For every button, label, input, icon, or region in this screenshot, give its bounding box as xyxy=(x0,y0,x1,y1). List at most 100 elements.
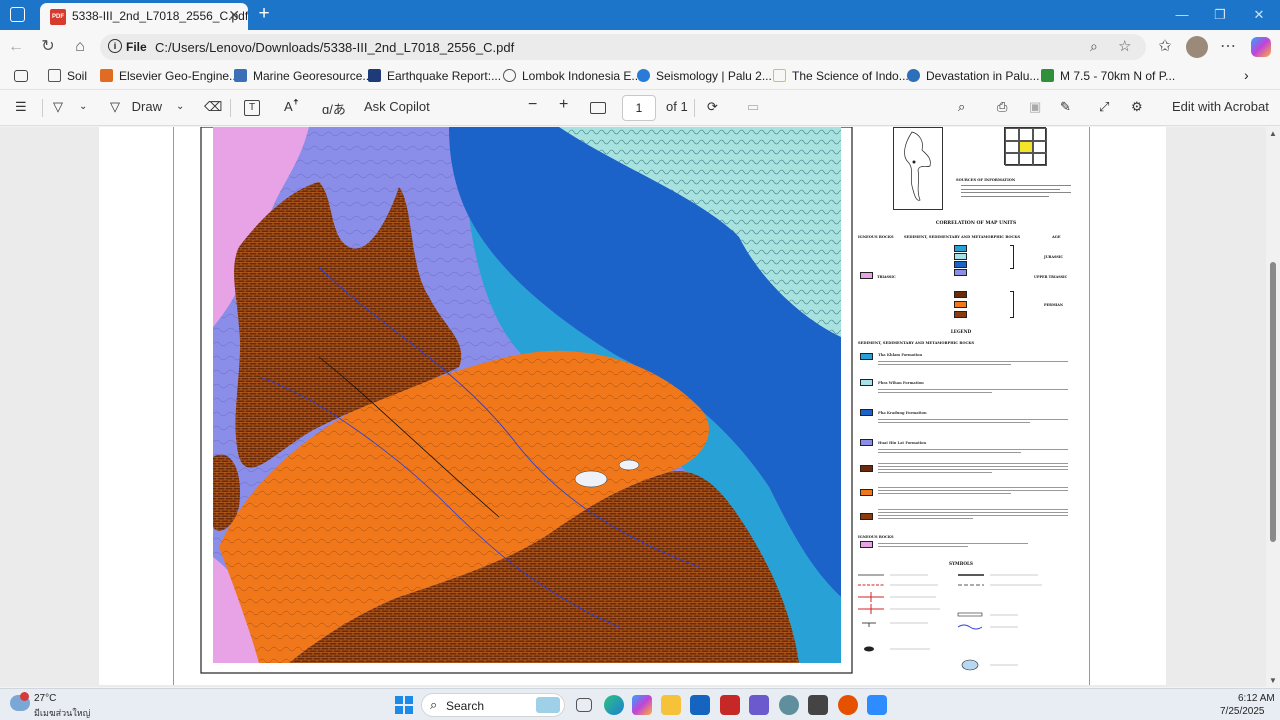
clock-date[interactable]: 7/25/2025 xyxy=(1220,706,1265,717)
draw-button[interactable]: ▽ Draw xyxy=(110,99,162,115)
bookmark-item[interactable]: Devastation in Palu... xyxy=(907,69,1039,83)
index-map xyxy=(893,127,943,210)
app-icon[interactable] xyxy=(808,695,828,715)
col-sediment: SEDIMENT, SEDIMENTARY AND METAMORPHIC RO… xyxy=(904,235,1021,239)
scroll-down-icon[interactable]: ▼ xyxy=(1269,676,1277,685)
symbol-road xyxy=(957,612,983,617)
tab-strip: PDF 5338-III_2nd_L7018_2556_C.pdf ✕ + — … xyxy=(0,0,1280,30)
collections-icon[interactable] xyxy=(14,70,28,82)
address-url: C:/Users/Lenovo/Downloads/5338-III_2nd_L… xyxy=(155,40,515,55)
home-icon[interactable]: ⌂ xyxy=(70,37,90,57)
sources-title: SOURCES OF INFORMATION xyxy=(956,178,1016,182)
zoom-icon[interactable]: ⌕ xyxy=(1090,38,1098,55)
clock-time[interactable]: 6:12 AM xyxy=(1238,693,1275,704)
scroll-thumb[interactable] xyxy=(1270,262,1276,542)
more-bookmarks-icon[interactable]: › xyxy=(1244,67,1249,83)
water-body xyxy=(574,470,608,488)
settings-gear-icon[interactable]: ⚙ xyxy=(1131,99,1143,115)
start-button[interactable] xyxy=(395,696,413,714)
mcafee-icon[interactable] xyxy=(720,695,740,715)
bookmark-item[interactable]: Lombok Indonesia E... xyxy=(503,69,641,83)
favorites-icon[interactable]: ✩ xyxy=(1155,37,1175,57)
tab-actions-icon[interactable] xyxy=(10,7,25,22)
bookmark-item[interactable]: Seismology | Palu 2... xyxy=(637,69,772,83)
zoom-app-icon[interactable] xyxy=(867,695,887,715)
tab-active[interactable]: PDF 5338-III_2nd_L7018_2556_C.pdf ✕ xyxy=(40,3,248,30)
back-icon[interactable]: ← xyxy=(6,37,26,57)
maps-icon[interactable] xyxy=(838,695,858,715)
weather-temp: 27°C xyxy=(34,693,57,704)
geologic-map[interactable] xyxy=(199,127,854,675)
search-pdf-icon[interactable]: ⌕ xyxy=(958,99,965,115)
weather-desc: มีเมฆส่วนใหญ่ xyxy=(34,708,91,718)
fit-page-icon[interactable] xyxy=(590,102,606,114)
outlook-icon[interactable] xyxy=(690,695,710,715)
mgr-icon xyxy=(234,69,247,82)
scroll-up-icon[interactable]: ▲ xyxy=(1269,129,1277,138)
draw-dropdown-icon[interactable]: ⌄ xyxy=(176,101,184,112)
text-box-icon[interactable]: T xyxy=(244,100,260,116)
edge-icon[interactable] xyxy=(604,695,624,715)
zoom-in-icon[interactable]: + xyxy=(559,96,568,114)
bookmark-item[interactable]: M 7.5 - 70km N of P... xyxy=(1041,69,1175,83)
rotate-icon[interactable]: ⟳ xyxy=(707,99,718,115)
save-icon[interactable]: ▣ xyxy=(1029,99,1041,115)
more-menu-icon[interactable]: ⋯ xyxy=(1218,37,1238,57)
new-tab-button[interactable]: + xyxy=(254,4,274,24)
symbols-block xyxy=(858,574,1042,671)
vertical-scrollbar[interactable]: ▲ ▼ xyxy=(1266,127,1280,687)
app-icon[interactable] xyxy=(779,695,799,715)
file-explorer-icon[interactable] xyxy=(661,695,681,715)
bookmark-item[interactable]: Soil xyxy=(48,69,87,83)
favorite-star-icon[interactable]: ☆ xyxy=(1118,37,1131,55)
col-age: AGE xyxy=(1052,235,1061,239)
zoom-out-icon[interactable]: − xyxy=(528,96,537,114)
edit-with-acrobat-button[interactable]: Edit with Acrobat xyxy=(1172,99,1269,114)
contents-icon[interactable]: ☰ xyxy=(15,99,27,115)
elsevier-icon xyxy=(100,69,113,82)
legend-swatch-igneous xyxy=(860,541,873,548)
print-icon[interactable]: ⎙ xyxy=(997,99,1007,115)
ask-copilot-button[interactable]: Ask Copilot xyxy=(364,99,430,114)
highlight-dropdown-icon[interactable]: ⌄ xyxy=(79,101,87,112)
fullscreen-icon[interactable]: ⤢ xyxy=(1099,99,1109,115)
bookmark-item[interactable]: Elsevier Geo-Engine... xyxy=(100,69,239,83)
legend-unit-name: Huai Hin Lat Formation xyxy=(878,441,927,445)
jp-icon xyxy=(368,69,381,82)
teams-icon[interactable] xyxy=(749,695,769,715)
info-icon[interactable]: i xyxy=(108,39,122,53)
tab-title: 5338-III_2nd_L7018_2556_C.pdf xyxy=(72,9,249,23)
legend-title: LEGEND xyxy=(950,329,972,334)
bookmark-item[interactable]: Earthquake Report:... xyxy=(368,69,501,83)
profile-avatar[interactable] xyxy=(1186,36,1208,58)
eraser-icon[interactable]: ⌫ xyxy=(204,99,222,115)
legend-unit-name: Pha Kradung Formation xyxy=(878,411,927,415)
copilot-taskbar-icon[interactable] xyxy=(632,695,652,715)
pdf-viewer[interactable]: SOURCES OF INFORMATION CORRELATION OF MA… xyxy=(0,127,1280,687)
page-view-icon[interactable]: ▭ xyxy=(747,99,759,115)
legend-description xyxy=(878,417,1068,425)
address-bar[interactable]: i File C:/Users/Lenovo/Downloads/5338-II… xyxy=(100,34,1146,60)
bookmark-item[interactable]: Marine Georesource... xyxy=(234,69,372,83)
symbol-syncline xyxy=(858,604,884,614)
close-window-button[interactable]: ✕ xyxy=(1236,0,1280,30)
translate-icon[interactable]: ɑ/あ xyxy=(322,99,346,118)
copilot-icon[interactable] xyxy=(1251,37,1271,57)
taskbar-search[interactable]: ⌕ Search xyxy=(421,693,565,717)
address-scheme: File xyxy=(126,40,147,54)
legend-description xyxy=(878,541,1028,549)
save-as-icon[interactable]: ✎ xyxy=(1060,99,1071,115)
tab-close-icon[interactable]: ✕ xyxy=(228,7,240,24)
swatch-tha-khlam xyxy=(954,245,967,252)
page-number-input[interactable]: 1 xyxy=(622,95,656,121)
task-view-icon[interactable] xyxy=(576,698,592,712)
age-upper-triassic: UPPER TRIASSIC xyxy=(1034,275,1068,279)
quadrangle-index xyxy=(1004,127,1047,166)
legend-description xyxy=(878,359,1068,367)
legend-swatch xyxy=(860,409,873,416)
refresh-icon[interactable]: ↻ xyxy=(38,37,58,57)
read-aloud-icon[interactable]: Aꜛ xyxy=(284,99,299,114)
bookmark-item[interactable]: The Science of Indo... xyxy=(773,69,909,83)
highlight-icon[interactable]: ▽ xyxy=(53,99,63,115)
legend-description xyxy=(878,387,1068,395)
